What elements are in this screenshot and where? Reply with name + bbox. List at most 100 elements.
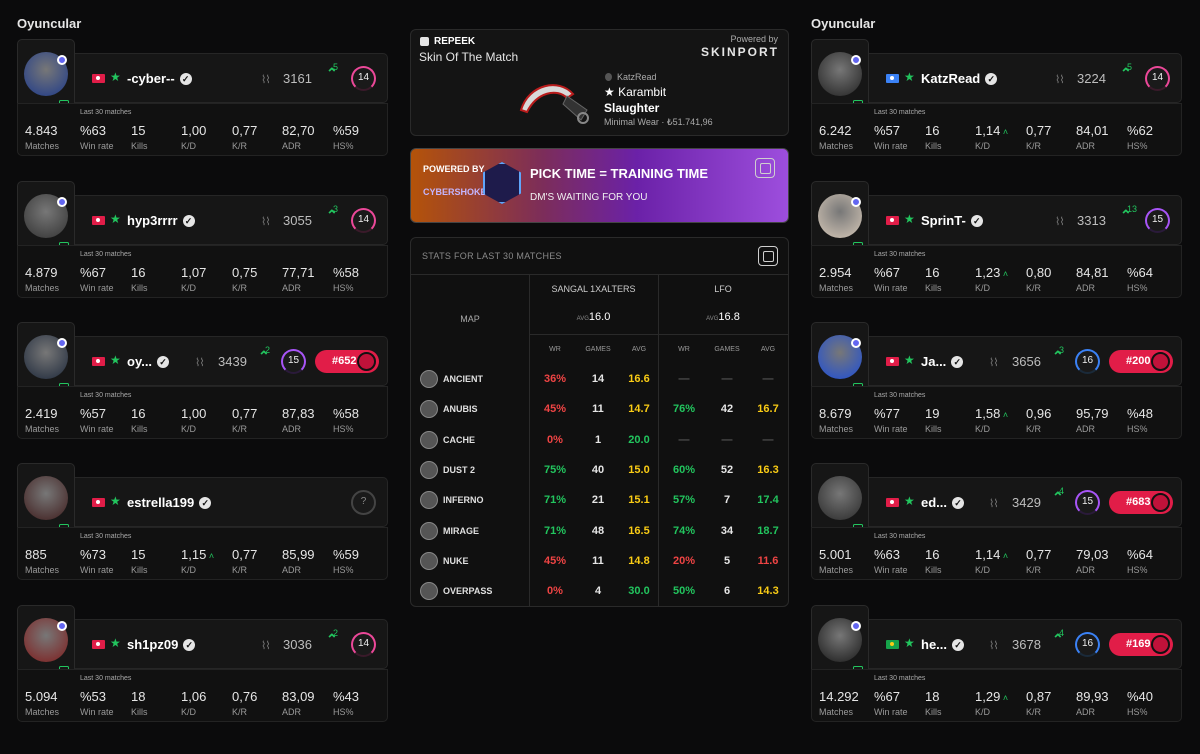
- cybershoke-promo-banner[interactable]: POWERED BY CYBERSHOKE PICK TIME = TRAINI…: [410, 148, 789, 223]
- player-name-link[interactable]: estrella199 ✓: [127, 495, 212, 510]
- stat-label: HS%: [333, 141, 354, 151]
- stat-label: HS%: [1127, 283, 1148, 293]
- map-name: OVERPASS: [443, 586, 493, 597]
- map-stat-cell: 48: [591, 524, 605, 537]
- stat-label: K/R: [1026, 424, 1042, 434]
- map-row: NUKE 45% 11 14.8 20% 5 11.6: [411, 546, 788, 576]
- stat-value: 1,29: [975, 689, 1001, 704]
- map-name: ANCIENT: [443, 374, 483, 384]
- level-badge: 14: [351, 632, 376, 657]
- stat-adr: 79,03 ADR: [1076, 546, 1109, 575]
- map-name: CACHE: [443, 434, 476, 445]
- elo-gain-count: 2: [265, 345, 271, 355]
- player-name-link[interactable]: ed... ✓: [921, 495, 965, 510]
- promo-brand: CYBERSHOKE: [423, 187, 487, 197]
- skinport-logo: SKINPORT: [700, 45, 779, 59]
- stat-hs: %59 HS%: [333, 546, 359, 575]
- player-name-link[interactable]: Ja... ✓: [921, 354, 964, 369]
- map-stat-cell: 14.8: [628, 554, 650, 567]
- player-card[interactable]: ★ estrella199 ✓? Last 30 matches 885 Matches%…: [17, 463, 388, 580]
- map-name: DUST 2: [443, 464, 476, 475]
- stat-value: %57: [874, 123, 901, 138]
- player-name-link[interactable]: he... ✓: [921, 637, 965, 652]
- player-stats-bar: Last 30 matches 8.679 Matches %77 Win rate 19…: [811, 386, 1182, 439]
- stat-value: 4.843: [25, 123, 58, 138]
- kd-up-icon: ˄: [1000, 693, 1009, 703]
- stat-label: ADR: [1076, 424, 1096, 434]
- player-name-link[interactable]: SprinT- ✓: [921, 213, 983, 228]
- rank-badge[interactable]: #652: [315, 350, 379, 373]
- player-stats-bar: Last 30 matches 14.292 Matches %67 Win rate 1…: [811, 669, 1182, 722]
- elo-gain-icon: ⌃ 5: [326, 62, 339, 81]
- stat-label: Kills: [925, 141, 942, 151]
- kd-up-icon: ˄: [1000, 551, 1009, 561]
- stat-kr: 0,87 K/R: [1026, 688, 1051, 717]
- player-name: -cyber--: [127, 71, 175, 86]
- stat-label: Win rate: [80, 141, 114, 151]
- last-30-label: Last 30 matches: [80, 675, 132, 682]
- level-badge: 14: [351, 66, 376, 91]
- skin-of-the-match-card[interactable]: REPEEK Skin Of The Match Powered by SKIN…: [410, 29, 789, 136]
- map-row: OVERPASS 0% 4 30.0 50% 6 14.3: [411, 576, 788, 606]
- player-card[interactable]: ★ SprinT- ✓ ⌇⌇ 3313 ⌃ 13 15 Last 30 matches 2.954…: [811, 181, 1182, 298]
- player-card[interactable]: ★ KatzRead ✓ ⌇⌇ 3224 ⌃ 5 14 Last 30 matches 6.242…: [811, 39, 1182, 156]
- last-30-label: Last 30 matches: [80, 109, 132, 116]
- stat-value: 0,80: [1026, 265, 1052, 280]
- elo-gain-icon: ⌃ 3: [326, 204, 339, 223]
- stat-kd: 1,14 ˄ K/D: [975, 122, 1008, 151]
- potm-powered-label: Powered by: [730, 34, 778, 44]
- rank-badge[interactable]: #200: [1109, 350, 1173, 373]
- elo-gain-count: 2: [333, 628, 339, 638]
- map-cache-icon: [420, 430, 438, 449]
- player-card[interactable]: ★ he... ✓ ⌇⌇ 3678 ⌃ 4 16 #169 Last 30 matches 14.2…: [811, 605, 1182, 722]
- player-card[interactable]: ★ Ja... ✓ ⌇⌇ 3656 ⌃ 3 16 #200 Last 30 matches 8.67…: [811, 322, 1182, 439]
- player-name-link[interactable]: hyp3rrrr ✓: [127, 213, 195, 228]
- last-30-label: Last 30 matches: [874, 251, 926, 258]
- stat-value: %58: [333, 406, 360, 421]
- stat-matches: 8.679 Matches: [819, 405, 853, 434]
- stat-kd: 1,00 K/D: [181, 405, 206, 434]
- player-card[interactable]: ★ ed... ✓ ⌇⌇ 3429 ⌃ 4 15 #683 Last 30 matches 5.00…: [811, 463, 1182, 580]
- star-icon: ★: [904, 212, 915, 226]
- stat-value: 2.954: [819, 265, 852, 280]
- stat-winrate: %57 Win rate: [874, 122, 908, 151]
- last-30-label: Last 30 matches: [874, 675, 926, 682]
- player-name-link[interactable]: -cyber-- ✓: [127, 71, 192, 86]
- player-card[interactable]: ★ oy... ✓ ⌇⌇ 3439 ⌃ 2 15 #652 Last 30 matches 2.41…: [17, 322, 388, 439]
- player-name-link[interactable]: KatzRead ✓: [921, 71, 998, 86]
- rank-ring-icon: [1151, 493, 1170, 512]
- elo-trend-icon: ⌇⌇: [261, 640, 271, 652]
- map-name: NUKE: [443, 555, 469, 566]
- player-header: ★ sh1pz09 ✓ ⌇⌇ 3036 ⌃ 2 14: [75, 619, 388, 669]
- stat-adr: 87,83 ADR: [282, 405, 315, 434]
- elo-trend-icon: ⌇⌇: [261, 74, 271, 86]
- player-card[interactable]: ★ hyp3rrrr ✓ ⌇⌇ 3055 ⌃ 3 14 Last 30 matches 4.879…: [17, 181, 388, 298]
- rank-ring-icon: [1151, 635, 1170, 654]
- team2-name: LFO: [714, 284, 732, 294]
- stat-label: Win rate: [80, 707, 114, 717]
- map-stat-cell: 36%: [543, 373, 567, 385]
- player-header: ★ he... ✓ ⌇⌇ 3678 ⌃ 4 16 #169: [869, 619, 1182, 669]
- rank-badge[interactable]: #169: [1109, 633, 1173, 656]
- stat-value: 1,00: [181, 123, 207, 138]
- player-card[interactable]: ★ sh1pz09 ✓ ⌇⌇ 3036 ⌃ 2 14 Last 30 matches 5.094 M…: [17, 605, 388, 722]
- stat-kills: 16 Kills: [925, 264, 942, 293]
- player-name-link[interactable]: oy... ✓: [127, 354, 170, 369]
- stat-value: 0,87: [1026, 689, 1052, 704]
- last-30-label: Last 30 matches: [874, 533, 926, 540]
- stat-value: 8.679: [819, 406, 852, 421]
- player-name-link[interactable]: sh1pz09 ✓: [127, 637, 196, 652]
- player-stats-bar: Last 30 matches 2.419 Matches %57 Win rate 16…: [17, 386, 388, 439]
- column-header: WR: [549, 346, 561, 353]
- rank-badge[interactable]: #683: [1109, 491, 1173, 514]
- map-stat-cell: 14: [591, 373, 605, 385]
- premium-badge-icon: [57, 197, 67, 207]
- stat-value: 0,96: [1026, 406, 1052, 421]
- stat-value: %48: [1127, 406, 1154, 421]
- stat-label: K/D: [975, 283, 991, 293]
- player-card[interactable]: ★ -cyber-- ✓ ⌇⌇ 3161 ⌃ 5 14 Last 30 matches 4.843…: [17, 39, 388, 156]
- country-flag-icon: [886, 216, 899, 225]
- stat-label: Kills: [131, 424, 148, 434]
- stat-value: 2.419: [25, 406, 58, 421]
- stat-label: K/R: [1026, 283, 1042, 293]
